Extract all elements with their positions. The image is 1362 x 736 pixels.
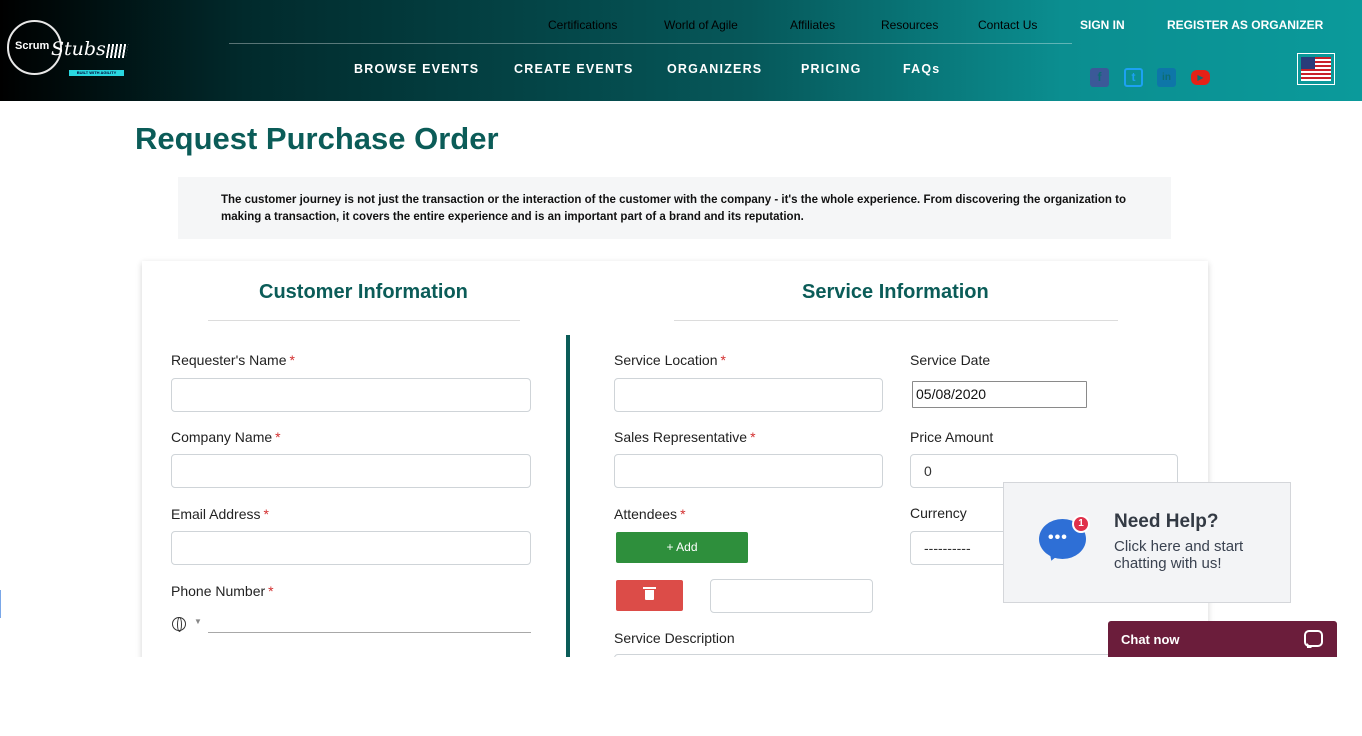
required-asterisk: * [263, 506, 269, 522]
need-help-widget[interactable]: ••• 1 Need Help? Click here and start ch… [1003, 482, 1291, 603]
facebook-glyph: f [1097, 70, 1102, 84]
youtube-icon[interactable]: ▶ [1191, 70, 1210, 85]
top-link-contact-us[interactable]: Contact Us [978, 18, 1037, 32]
nav-create-events[interactable]: CREATE EVENTS [514, 62, 634, 76]
linkedin-icon[interactable]: in [1157, 68, 1176, 87]
top-link-affiliates[interactable]: Affiliates [790, 18, 835, 32]
nav-organizers[interactable]: ORGANIZERS [667, 62, 762, 76]
email-address-label-text: Email Address [171, 506, 261, 522]
currency-label: Currency [910, 505, 967, 521]
service-location-label-text: Service Location [614, 352, 718, 368]
sales-rep-label-text: Sales Representative [614, 429, 748, 445]
logo-wordmark: Scrum [15, 40, 50, 52]
intro-panel: The customer journey is not just the tra… [178, 177, 1171, 239]
nav-faqs[interactable]: FAQs [903, 62, 940, 76]
top-link-certifications[interactable]: Certifications [548, 18, 617, 32]
page-title: Request Purchase Order [135, 121, 499, 156]
column-divider [566, 335, 570, 685]
youtube-glyph: ▶ [1197, 73, 1204, 82]
us-flag-icon[interactable] [1297, 53, 1335, 85]
trash-icon [643, 587, 656, 600]
feedback-tab-edge[interactable] [0, 590, 1, 618]
chat-icon [1304, 630, 1323, 648]
requester-name-label: Requester's Name * [171, 352, 295, 368]
logo-script: Stubs [51, 38, 106, 60]
company-name-label: Company Name * [171, 429, 281, 445]
register-organizer-link[interactable]: REGISTER AS ORGANIZER [1167, 18, 1323, 32]
notification-badge: 1 [1072, 515, 1090, 533]
page: Scrum Stubs BUILT WITH AGILITY Certifica… [0, 0, 1362, 736]
phone-number-label-text: Phone Number [171, 583, 266, 599]
required-asterisk: * [289, 352, 295, 368]
service-date-input[interactable]: 05/08/2020 [912, 381, 1087, 408]
sales-rep-input[interactable] [614, 454, 883, 488]
price-amount-label: Price Amount [910, 429, 994, 445]
typing-dots: ••• [1048, 529, 1068, 546]
email-address-input[interactable] [171, 531, 531, 565]
logo-tagline: BUILT WITH AGILITY [69, 70, 124, 76]
country-dropdown-caret-icon[interactable]: ▼ [194, 617, 202, 626]
top-link-world-of-agile[interactable]: World of Agile [664, 18, 738, 32]
company-name-label-text: Company Name [171, 429, 273, 445]
site-header: Scrum Stubs BUILT WITH AGILITY Certifica… [0, 0, 1362, 101]
service-date-label: Service Date [910, 352, 991, 368]
viewport-fold [0, 657, 1362, 736]
attendee-input[interactable] [710, 579, 873, 613]
twitter-glyph: t [1131, 70, 1136, 84]
phone-number-input[interactable] [208, 632, 531, 633]
service-location-label: Service Location * [614, 352, 726, 368]
required-asterisk: * [720, 352, 726, 368]
sign-in-link[interactable]: SIGN IN [1080, 18, 1125, 32]
twitter-icon[interactable]: t [1124, 68, 1143, 87]
nav-browse-events[interactable]: BROWSE EVENTS [354, 62, 479, 76]
flag-canton [1301, 57, 1315, 69]
flag-stripes [1301, 57, 1331, 81]
top-link-resources[interactable]: Resources [881, 18, 938, 32]
service-info-heading: Service Information [802, 281, 989, 303]
requester-name-input[interactable] [171, 378, 531, 412]
chat-now-bar[interactable]: Chat now [1108, 621, 1337, 657]
attendees-label-text: Attendees [614, 506, 678, 522]
linkedin-glyph: in [1162, 72, 1171, 83]
delete-attendee-button[interactable] [616, 580, 683, 611]
required-asterisk: * [680, 506, 686, 522]
nav-pricing[interactable]: PRICING [801, 62, 862, 76]
service-description-label: Service Description [614, 630, 735, 646]
nav-divider [229, 43, 1072, 44]
customer-info-heading: Customer Information [259, 281, 468, 303]
phone-number-label: Phone Number * [171, 583, 274, 599]
service-heading-rule [674, 320, 1118, 321]
email-address-label: Email Address * [171, 506, 269, 522]
required-asterisk: * [268, 583, 274, 599]
attendees-label: Attendees * [614, 506, 686, 522]
facebook-icon[interactable]: f [1090, 68, 1109, 87]
scrumstubs-logo[interactable]: Scrum Stubs BUILT WITH AGILITY [7, 20, 129, 80]
sales-rep-label: Sales Representative * [614, 429, 756, 445]
required-asterisk: * [750, 429, 756, 445]
add-attendee-button[interactable]: + Add [616, 532, 748, 563]
service-location-input[interactable] [614, 378, 883, 412]
purchase-order-form: Customer Information Service Information… [142, 261, 1208, 694]
company-name-input[interactable] [171, 454, 531, 488]
intro-text: The customer journey is not just the tra… [221, 194, 1126, 223]
need-help-title: Need Help? [1114, 511, 1219, 532]
logo-ticket-icon [105, 44, 129, 58]
requester-name-label-text: Requester's Name [171, 352, 287, 368]
need-help-subtitle: Click here and start chatting with us! [1114, 538, 1244, 572]
country-globe-icon[interactable] [172, 617, 186, 632]
customer-heading-rule [208, 320, 520, 321]
chat-now-label: Chat now [1121, 632, 1180, 647]
required-asterisk: * [275, 429, 281, 445]
